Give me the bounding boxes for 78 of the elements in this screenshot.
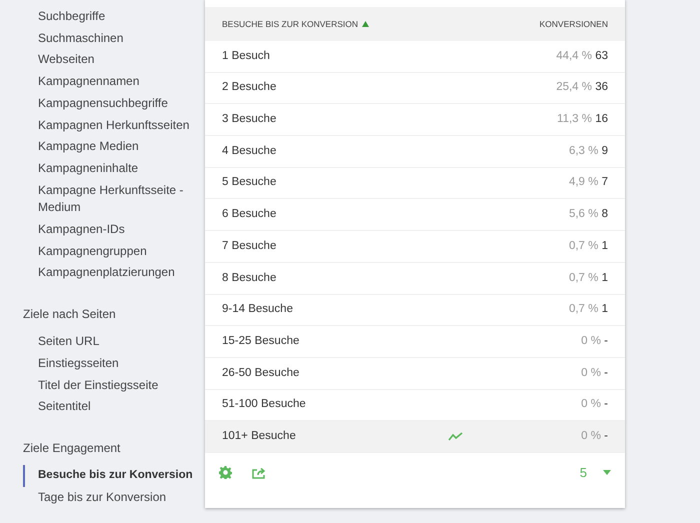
caret-icon: [603, 470, 611, 474]
row-label: 5 Besuche: [222, 176, 276, 188]
row-label: 2 Besuche: [222, 81, 276, 94]
count-value: 16: [595, 113, 608, 126]
percent-value: 0,7 %: [568, 272, 598, 284]
count-value: 7: [602, 176, 608, 188]
count-value: 8: [602, 208, 608, 220]
sidebar-item[interactable]: Kampagnen-IDs: [0, 219, 205, 241]
sort-arrow-icon: [362, 21, 370, 27]
row-label: 8 Besuche: [222, 272, 276, 284]
table-row[interactable]: 7 Besuche 0,7 % 1: [205, 231, 625, 263]
count-value: 9: [602, 144, 608, 157]
sidebar-item[interactable]: Kampagneninhalte: [0, 158, 205, 180]
row-label: 9-14 Besuche: [222, 303, 293, 316]
table-row[interactable]: 4 Besuche 6,3 % 9: [205, 136, 625, 168]
sidebar-item[interactable]: Seitentitel: [0, 396, 205, 418]
percent-value: 0 %: [581, 334, 601, 347]
sidebar-item[interactable]: Kampagnenplatzierungen: [0, 262, 205, 284]
row-label: 7 Besuche: [222, 240, 276, 252]
percent-value: 25,4 %: [556, 81, 592, 94]
count-value: -: [604, 430, 608, 442]
sidebar-item[interactable]: Titel der Einstiegsseite: [0, 374, 205, 396]
table-row[interactable]: 26-50 Besuche 0 % -: [205, 358, 625, 390]
sidebar-item[interactable]: Suchbegriffe: [0, 6, 205, 28]
sidebar-item[interactable]: Kampagne Herkunftsseite - Medium: [0, 180, 205, 220]
sidebar-item[interactable]: Kampagne Medien: [0, 136, 205, 158]
row-label: 4 Besuche: [222, 144, 276, 157]
percent-value: 0,7 %: [568, 303, 598, 316]
sidebar-item[interactable]: Kampagnennamen: [0, 71, 205, 93]
sidebar-heading: Ziele nach Seiten: [22, 306, 117, 324]
row-label: 3 Besuche: [222, 113, 276, 126]
column-header[interactable]: BESUCHE BIS ZUR KONVERSION: [222, 18, 370, 30]
percent-value: 0 %: [581, 398, 601, 410]
table-row[interactable]: 3 Besuche 11,3 % 16: [205, 104, 625, 136]
table-row[interactable]: 9-14 Besuche 0,7 % 1: [205, 294, 625, 326]
percent-value: 4,9 %: [568, 176, 598, 188]
column-header[interactable]: KONVERSIONEN: [540, 18, 608, 30]
table-row[interactable]: 2 Besuche 25,4 % 36: [205, 72, 625, 104]
percent-value: 11,3 %: [557, 113, 592, 126]
row-label: 1 Besuch: [222, 50, 270, 62]
count-value: -: [604, 398, 608, 410]
percent-value: 5,6 %: [568, 208, 598, 220]
percent-value: 44,4 %: [556, 50, 592, 62]
percent-value: 0,7 %: [568, 240, 598, 252]
sidebar-heading: Ziele Engagement: [22, 440, 122, 457]
sidebar-item[interactable]: Besuche bis zur Konversion: [0, 464, 205, 487]
count-value: 1: [602, 240, 608, 252]
sidebar-item[interactable]: Seiten URL: [0, 331, 205, 353]
row-label: 101+ Besuche: [222, 430, 296, 442]
count-value: -: [604, 334, 608, 347]
count-value: 1: [602, 272, 608, 284]
table-row[interactable]: 15-25 Besuche 0 % -: [205, 326, 625, 358]
export-icon[interactable]: [252, 466, 266, 479]
table-row[interactable]: 8 Besuche 0,7 % 1: [205, 262, 625, 294]
count-value: -: [604, 366, 608, 379]
row-label: 26-50 Besuche: [222, 366, 300, 379]
row-label: 6 Besuche: [222, 208, 276, 220]
percent-value: 0 %: [581, 430, 601, 442]
sidebar-item[interactable]: Kampagnengruppen: [0, 240, 205, 262]
count-value: 36: [595, 81, 608, 94]
line-chart-icon[interactable]: [448, 432, 464, 442]
sidebar-item[interactable]: Kampagnensuchbegriffe: [0, 92, 205, 115]
count-value: 1: [602, 303, 608, 316]
sidebar-item[interactable]: Suchmaschinen: [0, 28, 205, 50]
sidebar-item[interactable]: Kampagnen Herkunftsseiten: [0, 114, 205, 136]
table-row[interactable]: 6 Besuche 5,6 % 8: [205, 199, 625, 232]
table-row[interactable]: 1 Besuch 44,4 % 63: [205, 41, 625, 73]
table-row[interactable]: 5 Besuche 4,9 % 7: [205, 168, 625, 200]
sidebar-item[interactable]: Tage bis zur Konversion: [0, 486, 205, 508]
settings-icon[interactable]: [219, 466, 232, 480]
percent-value: 6,3 %: [568, 144, 598, 157]
count-value: 63: [595, 50, 608, 62]
sidebar-item[interactable]: Webseiten: [0, 49, 205, 72]
row-label: 51-100 Besuche: [222, 398, 306, 410]
table-row[interactable]: 101+ Besuche 0 % -: [205, 421, 625, 453]
row-label: 15-25 Besuche: [222, 334, 300, 347]
percent-value: 0 %: [581, 366, 601, 379]
sidebar-item[interactable]: Einstiegsseiten: [0, 352, 205, 375]
